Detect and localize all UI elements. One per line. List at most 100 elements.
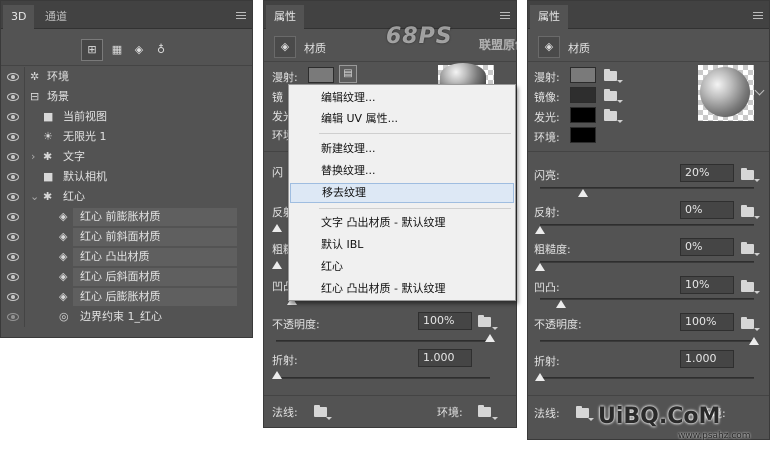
visibility-eye-icon[interactable] xyxy=(7,93,19,101)
panel-menu-icon[interactable] xyxy=(753,12,763,19)
visibility-eye-icon[interactable] xyxy=(7,253,19,261)
layer-row-material[interactable]: ◈ 红心 后斜面材质 xyxy=(1,267,252,287)
layer-row-current-view[interactable]: ■ 当前视图 xyxy=(1,107,252,127)
illum-folder-icon[interactable] xyxy=(604,109,617,121)
menu-item-text-default-texture[interactable]: 文字 凸出材质 - 默认纹理 xyxy=(290,213,514,233)
bump-label: 凹凸: xyxy=(534,281,560,294)
chevron-down-icon[interactable]: ⌄ xyxy=(30,187,39,207)
layer-label: 红心 前斜面材质 xyxy=(80,230,161,243)
opacity-slider-knob[interactable] xyxy=(485,334,495,342)
visibility-eye-icon[interactable] xyxy=(7,213,19,221)
shine-folder-icon[interactable] xyxy=(741,168,754,180)
texture-menu-button[interactable]: ▤ xyxy=(339,65,357,83)
reflect-folder-icon[interactable] xyxy=(741,205,754,217)
illum-label: 发光: xyxy=(534,111,560,124)
opacity-folder-icon[interactable] xyxy=(741,317,754,329)
layer-row-material[interactable]: ◈ 红心 前膨胀材质 xyxy=(1,207,252,227)
camera-icon: ■ xyxy=(43,110,54,123)
reflect-slider-knob[interactable] xyxy=(535,226,545,234)
normal-folder-icon[interactable] xyxy=(576,406,589,418)
opacity-slider[interactable] xyxy=(276,340,490,342)
layer-row-material[interactable]: ◈ 红心 后膨胀材质 xyxy=(1,287,252,307)
preview-dropdown-icon[interactable] xyxy=(754,85,765,96)
shine-slider-knob[interactable] xyxy=(577,189,588,197)
light-filter-icon[interactable]: ♁ xyxy=(151,39,171,61)
specular-swatch[interactable] xyxy=(570,87,596,103)
layer-row-heart[interactable]: ⌄ ✱ 红心 xyxy=(1,187,252,207)
opacity-slider-knob[interactable] xyxy=(749,337,759,345)
scene-filter-icon[interactable]: ⊞ xyxy=(81,39,103,61)
bump-field[interactable]: 10% xyxy=(680,276,734,294)
rough-slider[interactable] xyxy=(540,261,754,263)
tab-properties[interactable]: 属性 xyxy=(530,5,568,29)
tab-channels[interactable]: 通道 xyxy=(37,5,75,29)
panel-menu-icon[interactable] xyxy=(500,12,510,19)
chevron-right-icon[interactable]: › xyxy=(31,147,35,167)
visibility-eye-icon[interactable] xyxy=(7,133,19,141)
opacity-slider[interactable] xyxy=(540,340,754,342)
refraction-slider[interactable] xyxy=(276,377,490,379)
layer-row-text[interactable]: › ✱ 文字 xyxy=(1,147,252,167)
material-filter-icon[interactable]: ◈ xyxy=(129,39,149,61)
refraction-slider-knob[interactable] xyxy=(272,371,282,379)
visibility-eye-icon[interactable] xyxy=(7,73,19,81)
opacity-field[interactable]: 100% xyxy=(418,312,472,330)
layer-row-default-camera[interactable]: ■ 默认相机 xyxy=(1,167,252,187)
diffuse-swatch[interactable] xyxy=(570,67,596,83)
visibility-eye-icon[interactable] xyxy=(7,313,19,321)
layer-row-constraint[interactable]: ◎ 边界约束 1_红心 xyxy=(1,307,252,327)
reflect-slider-knob[interactable] xyxy=(272,224,282,232)
rough-slider-knob[interactable] xyxy=(272,261,282,269)
specular-folder-icon[interactable] xyxy=(604,89,617,101)
layer-row-material[interactable]: ◈ 红心 前斜面材质 xyxy=(1,227,252,247)
opacity-field[interactable]: 100% xyxy=(680,313,734,331)
menu-item-edit-texture[interactable]: 编辑纹理... xyxy=(290,88,514,108)
tab-3d[interactable]: 3D xyxy=(3,5,35,29)
scene-icon: ⊟ xyxy=(30,90,40,103)
material-icon: ◈ xyxy=(59,250,68,263)
menu-item-replace-texture[interactable]: 替换纹理... xyxy=(290,161,514,181)
refraction-slider[interactable] xyxy=(540,377,754,379)
ambient-swatch[interactable] xyxy=(570,127,596,143)
visibility-eye-icon[interactable] xyxy=(7,113,19,121)
illum-swatch[interactable] xyxy=(570,107,596,123)
rough-field[interactable]: 0% xyxy=(680,238,734,256)
visibility-eye-icon[interactable] xyxy=(7,153,19,161)
layer-row-material[interactable]: ◈ 红心 凸出材质 xyxy=(1,247,252,267)
menu-item-default-ibl[interactable]: 默认 IBL xyxy=(290,235,514,255)
shine-field[interactable]: 20% xyxy=(680,164,734,182)
refraction-field[interactable]: 1.000 xyxy=(680,350,734,368)
reflect-field[interactable]: 0% xyxy=(680,201,734,219)
layer-row-scene[interactable]: ⊟ 场景 xyxy=(1,87,252,107)
visibility-eye-icon[interactable] xyxy=(7,173,19,181)
tab-properties[interactable]: 属性 xyxy=(266,5,304,29)
bump-slider[interactable] xyxy=(540,298,754,300)
opacity-folder-icon[interactable] xyxy=(478,315,491,327)
diffuse-swatch[interactable] xyxy=(308,67,334,83)
normal-folder-icon[interactable] xyxy=(314,405,327,417)
panel-menu-icon[interactable] xyxy=(236,12,246,19)
menu-item-heart-default-texture[interactable]: 红心 凸出材质 - 默认纹理 xyxy=(290,279,514,299)
env-label: 环境: xyxy=(437,406,463,419)
visibility-eye-icon[interactable] xyxy=(7,273,19,281)
bump-slider-knob[interactable] xyxy=(556,300,567,308)
visibility-eye-icon[interactable] xyxy=(7,193,19,201)
diffuse-folder-icon[interactable] xyxy=(604,69,617,81)
visibility-eye-icon[interactable] xyxy=(7,293,19,301)
refraction-slider-knob[interactable] xyxy=(535,373,545,381)
rough-folder-icon[interactable] xyxy=(741,242,754,254)
rough-slider-knob[interactable] xyxy=(535,263,545,271)
menu-item-remove-texture[interactable]: 移去纹理 xyxy=(290,183,514,203)
menu-item-new-texture[interactable]: 新建纹理... xyxy=(290,139,514,159)
refraction-field[interactable]: 1.000 xyxy=(418,349,472,367)
layer-row-infinite-light[interactable]: ☀ 无限光 1 xyxy=(1,127,252,147)
reflect-slider[interactable] xyxy=(540,224,754,226)
mesh-filter-icon[interactable]: ▦ xyxy=(107,39,127,61)
menu-item-edit-uv[interactable]: 编辑 UV 属性... xyxy=(290,109,514,129)
bump-folder-icon[interactable] xyxy=(741,280,754,292)
menu-item-heart[interactable]: 红心 xyxy=(290,257,514,277)
visibility-eye-icon[interactable] xyxy=(7,233,19,241)
env-folder-icon[interactable] xyxy=(478,405,491,417)
layer-row-environment[interactable]: ✲ 环境 xyxy=(1,67,252,87)
shine-slider[interactable] xyxy=(540,187,754,189)
